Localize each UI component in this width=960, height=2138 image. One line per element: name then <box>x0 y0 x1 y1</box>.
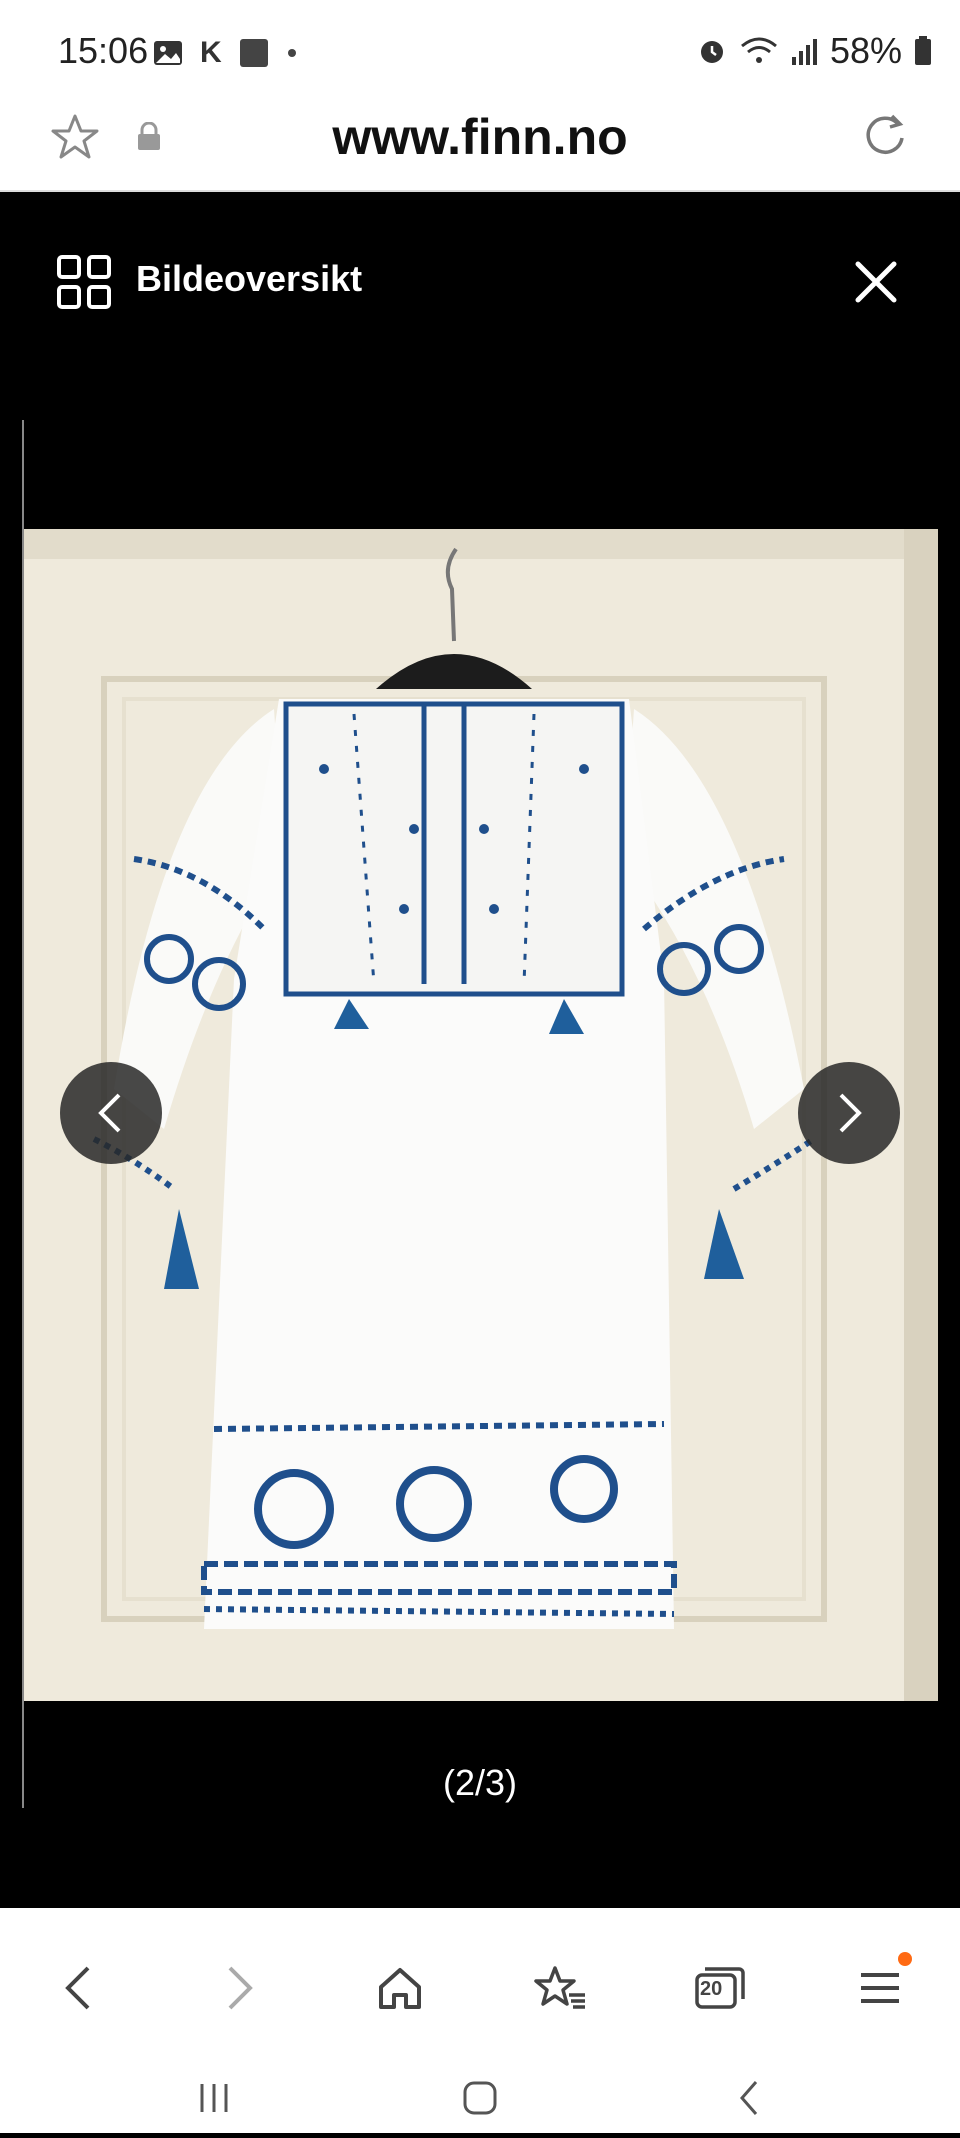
chevron-right-icon <box>839 1093 862 1133</box>
k-icon: K <box>200 36 222 69</box>
alarm-icon <box>700 41 723 63</box>
previous-image-button[interactable] <box>60 1062 162 1164</box>
battery-icon <box>915 36 931 65</box>
system-home-button[interactable] <box>440 2058 520 2138</box>
grid-overview-icon[interactable] <box>56 254 112 310</box>
notification-dot <box>898 1952 912 1966</box>
home-icon <box>379 1968 421 2009</box>
recents-icon <box>200 2084 228 2112</box>
signal-icon <box>791 39 817 65</box>
image-viewer: Bildeoversikt (2/3) <box>0 192 960 1908</box>
reload-icon[interactable] <box>860 110 910 160</box>
back-icon <box>65 1966 90 2010</box>
home-button-icon <box>463 2081 497 2115</box>
bookmarks-button[interactable] <box>520 1948 600 2028</box>
close-icon[interactable] <box>848 254 904 310</box>
system-navigation-bar <box>0 2058 960 2128</box>
battery-percent: 58% <box>829 30 902 71</box>
image-icon <box>154 41 182 65</box>
back-button-icon <box>740 2081 758 2115</box>
status-left-icons: K <box>152 36 298 70</box>
dot-icon <box>287 49 296 57</box>
browser-toolbar: 20 <box>0 1938 960 2038</box>
image-counter: (2/3) <box>442 1762 518 1803</box>
tabs-count: 20 <box>700 1978 723 2000</box>
menu-button[interactable] <box>840 1948 920 2028</box>
status-time: 15:06 <box>58 30 149 71</box>
bookmarks-icon <box>534 1966 585 2009</box>
chevron-left-icon <box>98 1093 121 1133</box>
system-back-button[interactable] <box>710 2058 790 2138</box>
forward-icon <box>228 1966 253 2010</box>
wifi-icon <box>740 37 777 63</box>
square-icon <box>239 39 268 67</box>
menu-icon <box>861 1973 899 2003</box>
forward-button[interactable] <box>200 1948 280 2028</box>
back-button[interactable] <box>38 1948 118 2028</box>
image-overview-link[interactable]: Bildeoversikt <box>136 258 362 300</box>
recents-button[interactable] <box>174 2058 254 2138</box>
browser-url-bar: www.finn.no <box>0 86 960 192</box>
status-right: 58% <box>696 30 932 72</box>
tabs-button[interactable]: 20 <box>680 1948 760 2028</box>
home-button[interactable] <box>360 1948 440 2028</box>
url-text[interactable]: www.finn.no <box>0 108 960 166</box>
next-image-button[interactable] <box>798 1062 900 1164</box>
browser-bottom-bar: 20 <box>0 1908 960 2133</box>
